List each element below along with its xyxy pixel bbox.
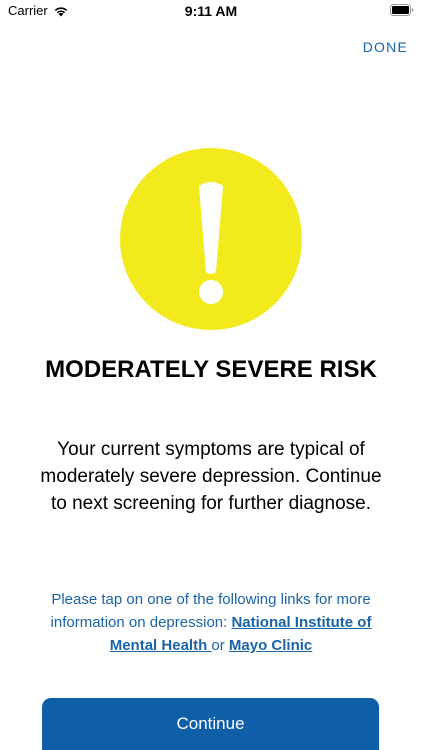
status-time: 9:11 AM bbox=[184, 3, 238, 19]
mayo-clinic-link[interactable]: Mayo Clinic bbox=[229, 637, 312, 654]
risk-title: MODERATELY SEVERE RISK bbox=[45, 356, 377, 383]
exclamation-icon bbox=[199, 182, 223, 304]
link-separator: or bbox=[211, 637, 229, 654]
battery-icon bbox=[390, 4, 414, 16]
warning-circle bbox=[120, 148, 302, 330]
done-button[interactable]: DONE bbox=[363, 39, 408, 55]
continue-button[interactable]: Continue bbox=[42, 698, 379, 750]
status-bar: Carrier 9:11 AM bbox=[0, 0, 422, 24]
info-paragraph: Please tap on one of the following links… bbox=[30, 588, 392, 657]
risk-description: Your current symptoms are typical of mod… bbox=[40, 439, 382, 514]
